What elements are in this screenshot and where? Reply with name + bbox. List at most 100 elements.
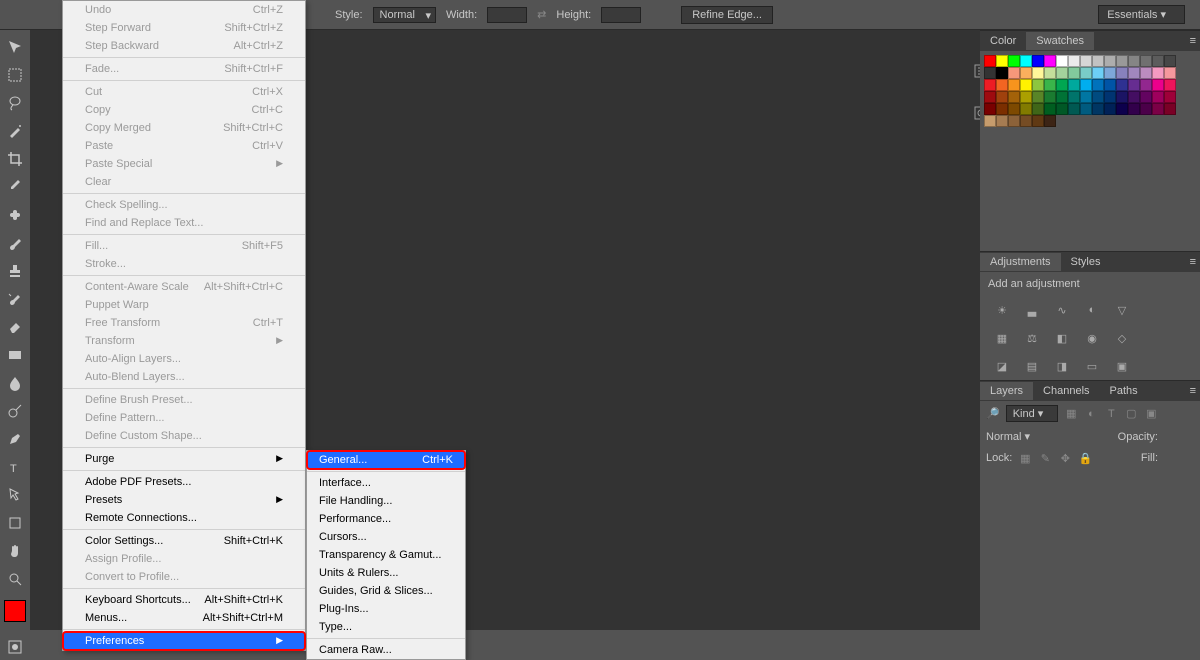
menu-item[interactable]: Fill...Shift+F5 [63,237,305,255]
wand-tool-icon[interactable] [4,120,26,142]
dodge-tool-icon[interactable] [4,400,26,422]
gradient-map-icon[interactable]: ▭ [1084,358,1100,374]
swatch[interactable] [1104,103,1116,115]
menu-item[interactable]: Transform▶ [63,332,305,350]
swatch[interactable] [1032,91,1044,103]
tab-layers[interactable]: Layers [980,382,1033,400]
type-tool-icon[interactable]: T [4,456,26,478]
tab-paths[interactable]: Paths [1100,382,1148,400]
filter-adjust-icon[interactable]: ◐ [1084,407,1098,421]
swatch[interactable] [1008,115,1020,127]
swatch[interactable] [1008,103,1020,115]
posterize-icon[interactable]: ▤ [1024,358,1040,374]
swatch[interactable] [1032,55,1044,67]
swatch[interactable] [1080,55,1092,67]
menu-item[interactable]: Auto-Align Layers... [63,350,305,368]
swatch[interactable] [1092,79,1104,91]
curves-icon[interactable]: ∿ [1054,302,1070,318]
bw-icon[interactable]: ◧ [1054,330,1070,346]
panel-menu-icon[interactable]: ≡ [1190,385,1196,397]
swatch[interactable] [1008,55,1020,67]
swatch[interactable] [1044,103,1056,115]
swatch[interactable] [1140,91,1152,103]
swatch[interactable] [1008,79,1020,91]
swatch[interactable] [1152,91,1164,103]
submenu-item[interactable]: Units & Rulers... [307,564,465,582]
tab-swatches[interactable]: Swatches [1026,32,1094,50]
swatch[interactable] [1032,67,1044,79]
swatch[interactable] [996,103,1008,115]
selective-icon[interactable]: ▣ [1114,358,1130,374]
swatch[interactable] [1080,103,1092,115]
photo-filter-icon[interactable]: ◉ [1084,330,1100,346]
menu-item[interactable]: Stroke... [63,255,305,273]
swatch[interactable] [996,55,1008,67]
swatch[interactable] [1140,67,1152,79]
invert-icon[interactable]: ◪ [994,358,1010,374]
menu-item[interactable]: Preferences▶ [63,632,305,650]
lock-pos-icon[interactable]: ✥ [1058,451,1072,465]
swatches-grid[interactable] [984,55,1196,127]
swatch[interactable] [1044,115,1056,127]
menu-item[interactable]: CutCtrl+X [63,83,305,101]
hand-tool-icon[interactable] [4,540,26,562]
foreground-color-swatch[interactable] [4,600,26,622]
swatch[interactable] [1128,79,1140,91]
swatch[interactable] [1128,55,1140,67]
filter-kind-select[interactable]: Kind ▾ [1006,405,1059,422]
menu-item[interactable]: Adobe PDF Presets... [63,473,305,491]
swatch[interactable] [1116,103,1128,115]
swatch[interactable] [1164,91,1176,103]
swatch[interactable] [1128,103,1140,115]
vibrance-icon[interactable]: ▽ [1114,302,1130,318]
swatch[interactable] [1104,67,1116,79]
swatch[interactable] [1152,79,1164,91]
lock-trans-icon[interactable]: ▦ [1018,451,1032,465]
move-tool-icon[interactable] [4,36,26,58]
swatch[interactable] [1008,67,1020,79]
submenu-item[interactable]: Guides, Grid & Slices... [307,582,465,600]
swatch[interactable] [1164,103,1176,115]
swatch[interactable] [1116,67,1128,79]
quickmask-icon[interactable] [4,636,26,658]
filter-shape-icon[interactable]: ▢ [1124,407,1138,421]
submenu-item[interactable]: Cursors... [307,528,465,546]
marquee-tool-icon[interactable] [4,64,26,86]
lasso-tool-icon[interactable] [4,92,26,114]
swatch[interactable] [1140,79,1152,91]
swatch[interactable] [1044,55,1056,67]
panel-menu-icon[interactable]: ≡ [1190,35,1196,47]
submenu-item[interactable]: Transparency & Gamut... [307,546,465,564]
pen-tool-icon[interactable] [4,428,26,450]
swatch[interactable] [1056,67,1068,79]
crop-tool-icon[interactable] [4,148,26,170]
path-select-icon[interactable] [4,484,26,506]
swatch[interactable] [1068,55,1080,67]
gradient-tool-icon[interactable] [4,344,26,366]
submenu-item[interactable]: Performance... [307,510,465,528]
refine-edge-button[interactable]: Refine Edge... [681,6,773,24]
swatch[interactable] [1020,67,1032,79]
swatch[interactable] [1068,79,1080,91]
threshold-icon[interactable]: ◨ [1054,358,1070,374]
swatch[interactable] [984,67,996,79]
menu-item[interactable]: Step ForwardShift+Ctrl+Z [63,19,305,37]
tab-channels[interactable]: Channels [1033,382,1099,400]
swatch[interactable] [1116,91,1128,103]
swatch[interactable] [1068,67,1080,79]
swatch[interactable] [1128,91,1140,103]
brightness-icon[interactable]: ☀ [994,302,1010,318]
mixer-icon[interactable]: ◇ [1114,330,1130,346]
swatch[interactable] [984,115,996,127]
menu-item[interactable]: Color Settings...Shift+Ctrl+K [63,532,305,550]
healing-tool-icon[interactable] [4,204,26,226]
menu-item[interactable]: Define Brush Preset... [63,391,305,409]
menu-item[interactable]: Keyboard Shortcuts...Alt+Shift+Ctrl+K [63,591,305,609]
eraser-tool-icon[interactable] [4,316,26,338]
swatch[interactable] [1080,79,1092,91]
swatch[interactable] [984,55,996,67]
menu-item[interactable]: Copy MergedShift+Ctrl+C [63,119,305,137]
filter-smart-icon[interactable]: ▣ [1144,407,1158,421]
menu-item[interactable]: CopyCtrl+C [63,101,305,119]
style-select[interactable]: Normal ▾ [373,7,436,23]
